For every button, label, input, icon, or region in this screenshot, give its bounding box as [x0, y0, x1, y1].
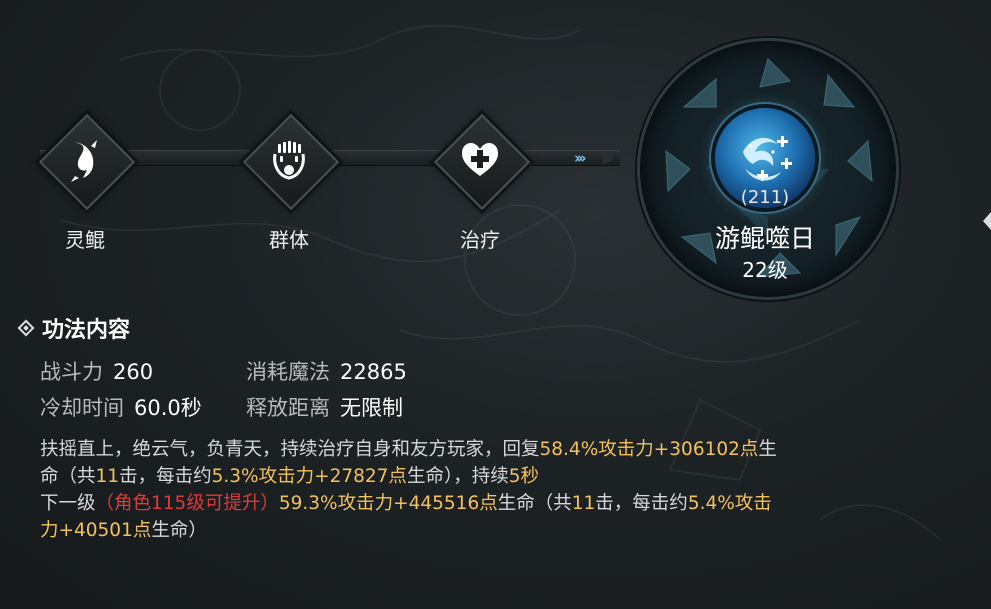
skill-name: 游鲲噬日 — [714, 224, 815, 253]
path-node-group[interactable] — [241, 112, 340, 211]
section-title: 功法内容 — [42, 318, 131, 343]
path-node-heal[interactable] — [432, 112, 531, 211]
description-line-1: 扶摇直上，绝云气，负青天，持续治疗自身和友方玩家，回复58.4%攻击力+3061… — [40, 439, 777, 460]
stat-power: 战斗力 260 — [40, 356, 153, 386]
track-end-arrow — [603, 151, 615, 165]
stat-range: 释放距离 无限制 — [246, 392, 403, 422]
skill-level: 22级 — [742, 258, 788, 282]
stat-mana: 消耗魔法 22865 — [246, 356, 407, 386]
level-requirement: （角色115级可提升） — [95, 493, 279, 514]
diamond-bullet-icon — [17, 319, 35, 337]
node-label-heal: 治疗 — [460, 228, 500, 252]
skill-id: (211) — [740, 187, 790, 208]
stat-mana-value: 22865 — [340, 360, 407, 384]
stat-cooldown-value: 60.0秒 — [134, 396, 202, 420]
stat-power-label: 战斗力 — [40, 360, 103, 384]
description-next-level: 下一级（角色115级可提升）59.3%攻击力+445516点生命（共11击，每击… — [40, 493, 772, 514]
stat-range-label: 释放距离 — [246, 396, 330, 420]
stat-cooldown: 冷却时间 60.0秒 — [40, 392, 202, 422]
swimming-kun-orb-icon — [743, 136, 792, 181]
fish-dragon-icon — [71, 140, 97, 182]
section-heading: 功法内容 — [17, 312, 131, 344]
skill-description: 扶摇直上，绝云气，负青天，持续治疗自身和友方玩家，回复58.4%攻击力+3061… — [40, 436, 940, 544]
description-line-4: 力+40501点生命） — [40, 520, 207, 541]
side-tab-arrow-icon[interactable] — [983, 212, 991, 230]
node-label-group: 群体 — [269, 228, 309, 252]
heart-plus-icon — [462, 143, 498, 176]
stat-range-value: 无限制 — [340, 396, 403, 420]
node-label-lingkun: 灵鲲 — [65, 228, 105, 252]
stat-cooldown-label: 冷却时间 — [40, 396, 124, 420]
stat-power-value: 260 — [113, 360, 154, 384]
path-node-lingkun[interactable] — [37, 112, 136, 211]
stat-mana-label: 消耗魔法 — [246, 360, 330, 384]
description-line-2: 命（共11击，每击约5.3%攻击力+27827点生命），持续5秒 — [40, 466, 539, 487]
group-crown-icon — [273, 141, 305, 180]
path-arrows: ››› — [574, 149, 586, 167]
